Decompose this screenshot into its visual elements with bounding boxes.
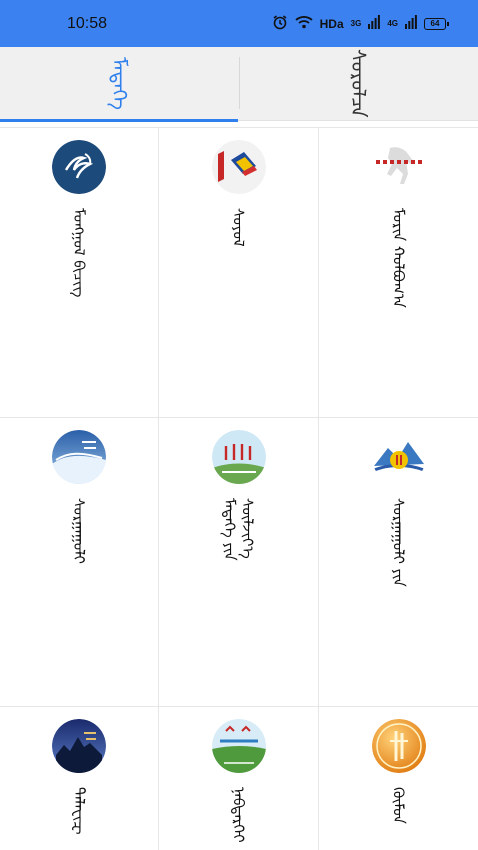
status-icons: HDa 3G 4G 64 (272, 14, 449, 34)
grassland-logo-icon (211, 430, 266, 484)
tab-bar: ᠮᠡᠳᠡᠭᠡ ᠰᠤᠷᠤᠯᠴᠠ (0, 47, 478, 122)
network-4g-label: 4G (387, 19, 398, 28)
grid-item-label: ᠨᠡᠪᠲᠡᠷᠬᠡᠢ (229, 787, 248, 843)
grid-item-label: ᠰᠤᠷᠭᠠᠭᠤᠯᠢ (70, 498, 88, 564)
active-tab-indicator (0, 119, 238, 122)
grid-item[interactable]: ᠮᠣᠩᠭᠣᠯ ᠪᠢᠴᠢᠭ (0, 128, 159, 418)
grid-item[interactable]: ᠨᠡᠪᠲᠡᠷᠬᠡᠢ (159, 707, 319, 850)
grid-item-label: ᠰᠤᠷᠭᠠᠭᠤᠯᠢ ᠶᠢᠨ (389, 498, 408, 587)
wifi-icon (295, 14, 313, 33)
signal-icon (368, 14, 381, 33)
tab-label: ᠰᠤᠷᠤᠯᠴᠠ (346, 49, 371, 118)
status-bar: 10:58 HDa 3G 4G 64 (0, 0, 478, 47)
app-grid: ᠮᠣᠩᠭᠣᠯ ᠪᠢᠴᠢᠭ ᠰᠣᠶᠣᠯ ᠮᠣᠷᠢᠨ ᠬᠣᠯᠪᠣᠭ᠎ᠠ ᠰᠤᠷᠭᠠᠭ… (0, 127, 478, 850)
alarm-icon (272, 14, 288, 34)
horse-logo-icon (371, 140, 426, 194)
tab-label: ᠮᠡᠳᠡᠭᠡ (107, 57, 132, 110)
calligraphy-logo-icon (52, 140, 106, 194)
grid-item[interactable]: ᠮᠣᠷᠢᠨ ᠬᠣᠯᠪᠣᠭ᠎ᠠ (319, 128, 478, 418)
battery-icon: 64 (424, 17, 449, 30)
grid-item-label: ᠲᠡᠯᠡᠸᠢᠽ (70, 787, 88, 835)
book-logo-icon (211, 140, 266, 194)
grid-item-label: ᠮᠡᠳᠡᠭᠡ ᠶᠢᠨ ᠰᠦᠯᠵᠢᠶ᠎ᠡ (220, 498, 257, 561)
grid-item-label: ᠬᠥᠮᠦᠨ (389, 787, 408, 824)
wave-logo-icon (52, 430, 106, 484)
tab-news[interactable]: ᠮᠡᠳᠡᠭᠡ (0, 47, 239, 120)
grid-item-label: ᠮᠣᠩᠭᠣᠯ ᠪᠢᠴᠢᠭ (70, 208, 88, 298)
grid-item[interactable]: ᠮᠡᠳᠡᠭᠡ ᠶᠢᠨ ᠰᠦᠯᠵᠢᠶ᠎ᠡ (159, 418, 319, 707)
grid-item-label: ᠮᠣᠷᠢᠨ ᠬᠣᠯᠪᠣᠭ᠎ᠠ (389, 208, 408, 308)
mountain-logo-icon (371, 430, 426, 484)
steppe-logo-icon (211, 719, 266, 773)
night-city-logo-icon (52, 719, 106, 773)
grid-item[interactable]: ᠰᠣᠶᠣᠯ (159, 128, 319, 418)
tab-study[interactable]: ᠰᠤᠷᠤᠯᠴᠠ (239, 47, 478, 120)
grid-item[interactable]: ᠰᠤᠷᠭᠠᠭᠤᠯᠢ (0, 418, 159, 707)
status-time: 10:58 (67, 14, 108, 32)
grid-item[interactable]: ᠰᠤᠷᠭᠠᠭᠤᠯᠢ ᠶᠢᠨ (319, 418, 478, 707)
signal-icon (405, 14, 417, 33)
hd-label: HDa (319, 16, 344, 31)
grid-item-label: ᠰᠣᠶᠣᠯ (229, 208, 248, 247)
grid-item[interactable]: ᠬᠥᠮᠦᠨ (319, 707, 478, 850)
grid-item[interactable]: ᠲᠡᠯᠡᠸᠢᠽ (0, 707, 159, 850)
gold-coin-logo-icon (371, 719, 426, 773)
network-3g-label: 3G (350, 19, 362, 28)
